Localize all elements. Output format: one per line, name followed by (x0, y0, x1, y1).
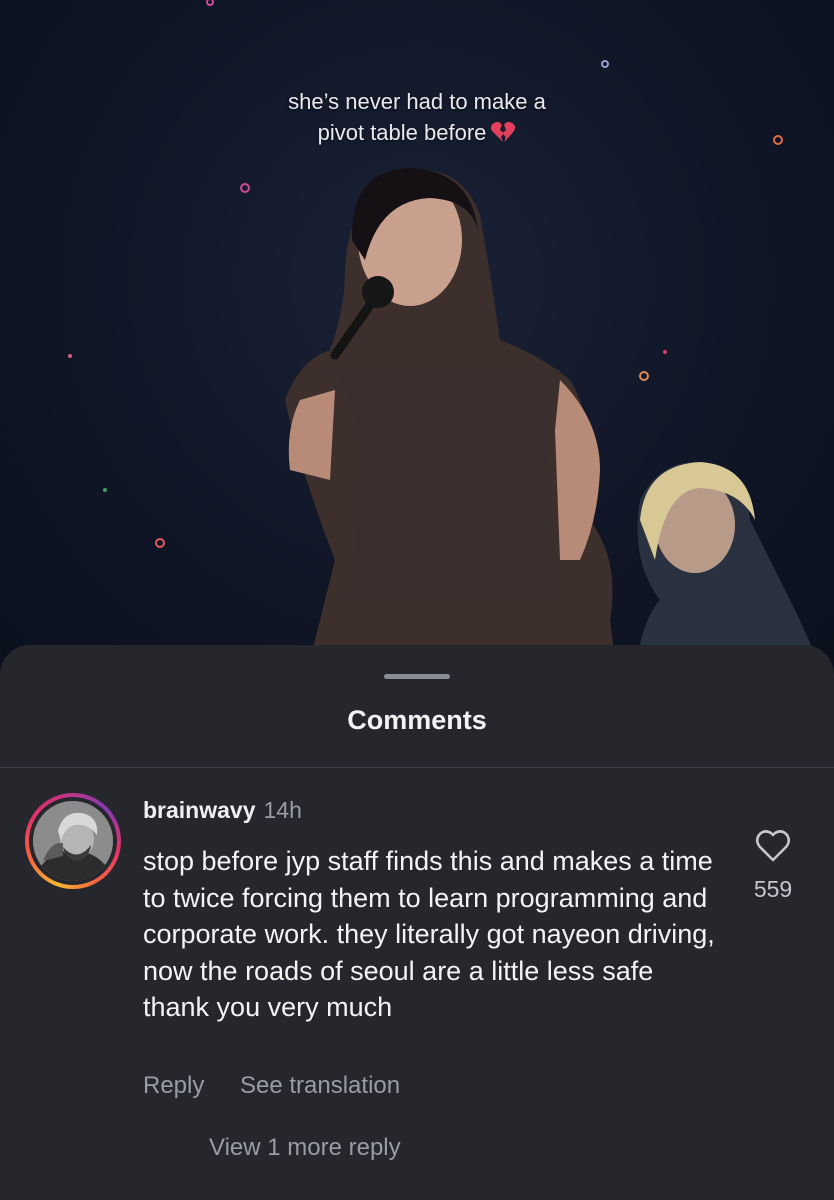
comment-text: stop before jyp staff finds this and mak… (143, 846, 715, 1022)
video-caption: she’s never had to make a pivot table be… (0, 86, 834, 148)
avatar-photo (33, 801, 113, 881)
view-more-replies-button[interactable]: View 1 more reply (209, 1134, 401, 1162)
caption-line-2: pivot table before (317, 120, 487, 145)
video-player[interactable]: she’s never had to make a pivot table be… (0, 0, 834, 700)
comment-meta: brainwavy 14h (143, 797, 302, 824)
see-translation-button[interactable]: See translation (240, 1072, 400, 1100)
heart-icon (755, 830, 791, 862)
caption-line-1: she’s never had to make a (288, 89, 546, 114)
sheet-title: Comments (347, 705, 487, 735)
broken-heart-icon (491, 121, 516, 142)
avatar[interactable] (25, 793, 121, 889)
comment-username[interactable]: brainwavy (143, 797, 256, 823)
sheet-drag-handle[interactable] (384, 674, 450, 679)
reply-button[interactable]: Reply (143, 1072, 204, 1100)
comment-timestamp: 14h (263, 797, 302, 823)
like-button[interactable] (754, 827, 792, 865)
like-count: 559 (753, 876, 793, 902)
sheet-divider (0, 767, 834, 768)
